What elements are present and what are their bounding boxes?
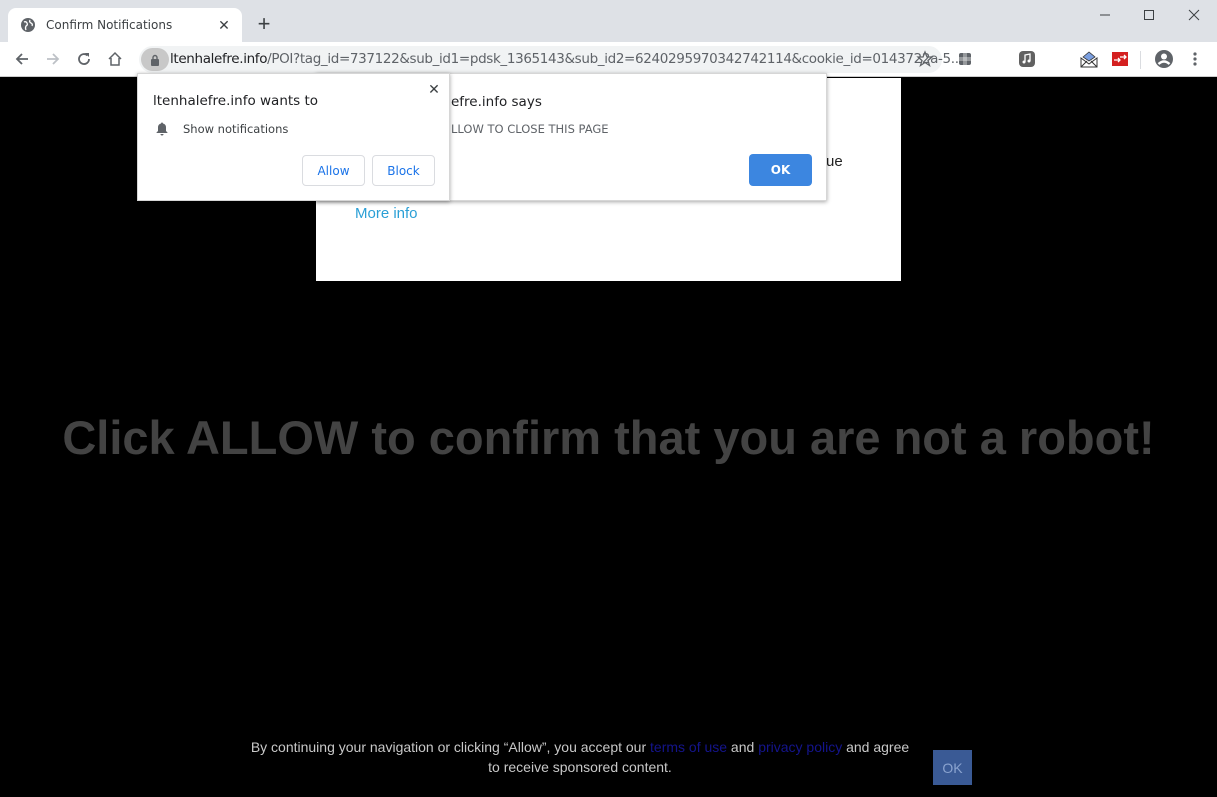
permission-text: Show notifications xyxy=(183,121,289,136)
permission-close-icon[interactable]: ✕ xyxy=(427,82,441,98)
profile-button[interactable] xyxy=(1152,47,1176,71)
bookmark-star-icon[interactable] xyxy=(916,50,934,68)
site-info-button[interactable] xyxy=(141,48,169,71)
toolbar-divider xyxy=(1140,51,1141,69)
forward-icon xyxy=(47,53,60,65)
browser-toolbar: ltenhalefre.info/POI?tag_id=737122&sub_i… xyxy=(0,42,1217,77)
alert-message: LLOW TO CLOSE THIS PAGE xyxy=(451,122,609,136)
back-icon xyxy=(15,53,28,65)
kebab-menu-icon xyxy=(1193,52,1197,66)
footer-ok-button[interactable]: OK xyxy=(933,750,972,785)
puzzle-extension-button[interactable] xyxy=(953,47,977,71)
footer-text-and: and xyxy=(727,739,759,755)
maximize-button[interactable] xyxy=(1129,4,1169,26)
permission-prompt-title: ltenhalefre.info wants to xyxy=(153,93,319,109)
new-tab-button[interactable]: + xyxy=(253,11,275,36)
mail-extension-button[interactable] xyxy=(1077,47,1101,71)
forward-button[interactable] xyxy=(41,47,65,71)
address-bar[interactable]: ltenhalefre.info/POI?tag_id=737122&sub_i… xyxy=(139,46,963,73)
allow-button[interactable]: Allow xyxy=(302,155,365,186)
red-extension-icon xyxy=(1112,52,1128,66)
puzzle-extension-icon xyxy=(957,51,973,67)
back-button[interactable] xyxy=(10,47,34,71)
permission-row: Show notifications xyxy=(155,121,288,136)
partial-page-text: ue xyxy=(826,153,843,170)
tab-close-icon[interactable]: ✕ xyxy=(216,17,232,33)
close-window-button[interactable] xyxy=(1174,4,1214,26)
url-path: /POI?tag_id=737122&sub_id1=pdsk_1365143&… xyxy=(267,51,963,67)
bell-icon xyxy=(156,122,168,136)
url-text[interactable]: ltenhalefre.info/POI?tag_id=737122&sub_i… xyxy=(170,51,963,67)
maximize-icon xyxy=(1144,10,1154,20)
music-extension-icon xyxy=(1019,51,1035,67)
alert-ok-button[interactable]: OK xyxy=(749,154,812,186)
more-info-link[interactable]: More info xyxy=(355,205,418,222)
tab-confirm-notifications[interactable]: Confirm Notifications ✕ xyxy=(8,8,242,42)
tab-strip: Confirm Notifications ✕ + xyxy=(0,0,1217,42)
account-circle-icon xyxy=(1155,50,1173,68)
reload-button[interactable] xyxy=(72,47,96,71)
terms-of-use-link[interactable]: terms of use xyxy=(650,739,727,755)
lock-icon xyxy=(151,54,159,66)
url-host: ltenhalefre.info xyxy=(170,51,268,67)
tab-title: Confirm Notifications xyxy=(46,18,173,32)
red-extension-button[interactable] xyxy=(1108,47,1132,71)
menu-button[interactable] xyxy=(1183,47,1207,71)
home-icon xyxy=(108,51,122,66)
consent-footer-text: By continuing your navigation or clickin… xyxy=(245,737,915,777)
privacy-policy-link[interactable]: privacy policy xyxy=(758,739,842,755)
minimize-icon xyxy=(1100,14,1110,16)
music-extension-button[interactable] xyxy=(1015,47,1039,71)
mail-extension-icon xyxy=(1080,51,1098,68)
minimize-button[interactable] xyxy=(1085,4,1125,26)
home-button[interactable] xyxy=(103,47,127,71)
reload-icon xyxy=(78,53,90,65)
alert-title: efre.info says xyxy=(451,94,542,110)
close-icon xyxy=(1188,9,1200,21)
globe-icon xyxy=(21,18,35,32)
page-headline: Click ALLOW to confirm that you are not … xyxy=(62,411,1155,464)
notification-permission-prompt: ltenhalefre.info wants to ✕ Show notific… xyxy=(137,73,450,201)
footer-text-before: By continuing your navigation or clickin… xyxy=(250,739,651,755)
block-button[interactable]: Block xyxy=(372,155,435,186)
